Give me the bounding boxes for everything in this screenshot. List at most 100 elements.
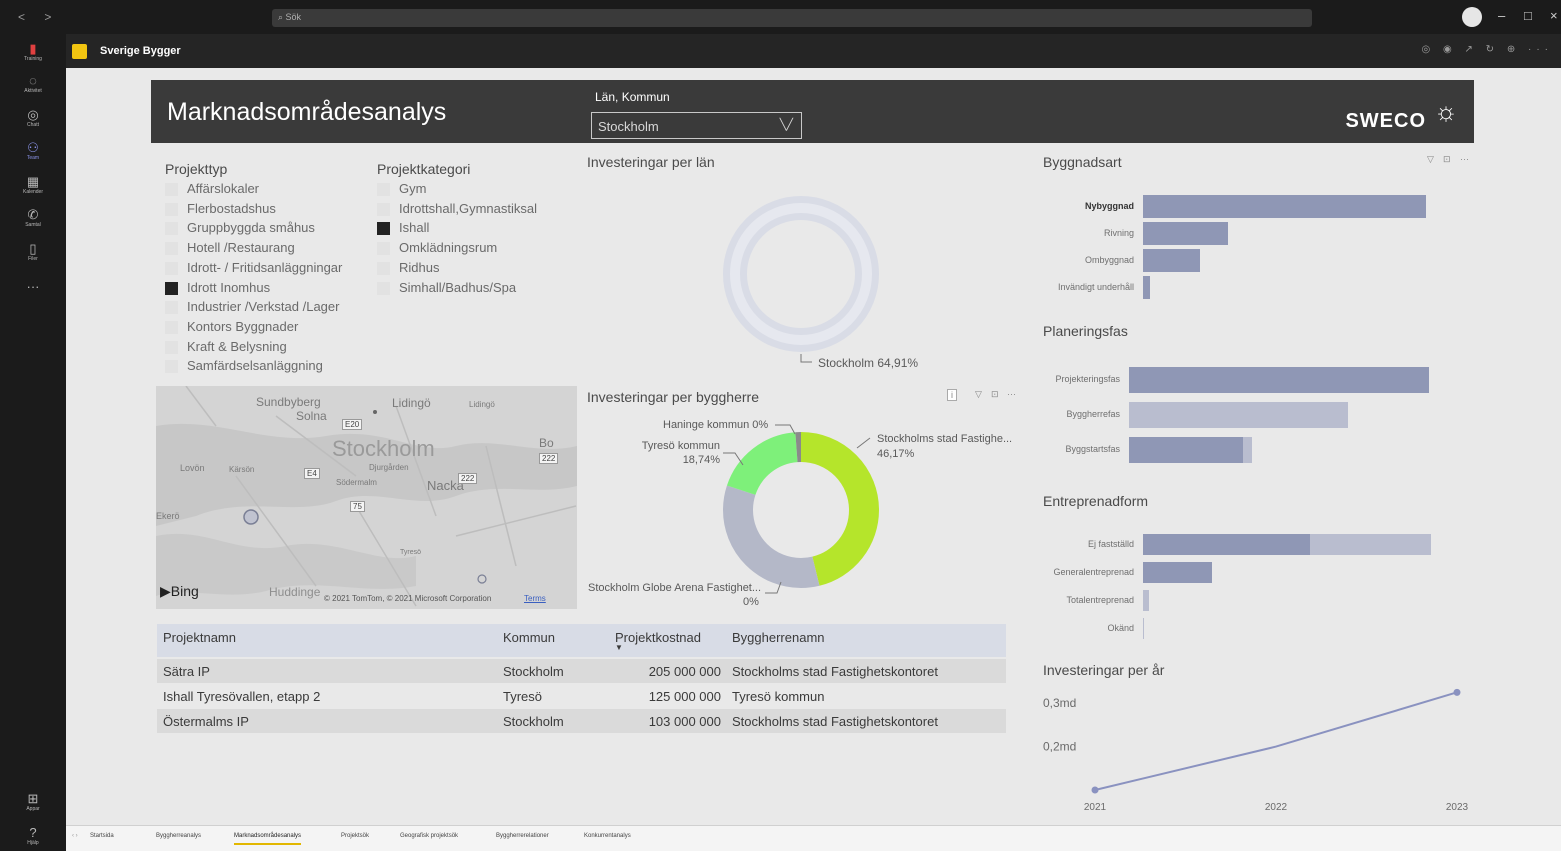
bar[interactable] bbox=[1143, 276, 1151, 299]
bar-highlight[interactable] bbox=[1143, 562, 1213, 583]
bar[interactable] bbox=[1143, 222, 1228, 245]
bar[interactable] bbox=[1143, 195, 1426, 218]
cell-kommun: Stockholm bbox=[503, 714, 564, 729]
projekttyp-checkbox[interactable] bbox=[165, 242, 178, 256]
projekttyp-checkbox[interactable] bbox=[165, 320, 178, 334]
projektkategori-checkbox[interactable] bbox=[377, 242, 390, 256]
tab-byggherrerelationer[interactable]: Byggherrerelationer bbox=[496, 833, 549, 839]
slice-value-tyreso: 18,74% bbox=[683, 454, 721, 466]
projekttyp-item-label[interactable]: Flerbostadshus bbox=[187, 201, 276, 216]
cell-byggherrenamn: Tyresö kommun bbox=[732, 689, 825, 704]
data-point[interactable] bbox=[1453, 688, 1461, 696]
nav-arrows[interactable]: < > bbox=[18, 10, 59, 24]
rail-item-hjalp[interactable]: ? Hjälp bbox=[0, 826, 66, 847]
tab-konkurrentanalys[interactable]: Konkurrentanalys bbox=[584, 833, 631, 839]
data-point[interactable] bbox=[1091, 786, 1099, 794]
close-button[interactable]: × bbox=[1550, 8, 1558, 23]
bar-highlight[interactable] bbox=[1129, 367, 1429, 393]
region-slicer-dropdown[interactable]: Stockholm ╲╱ bbox=[591, 112, 802, 139]
projektkategori-item-label[interactable]: Ridhus bbox=[399, 260, 439, 275]
projekttyp-item-label[interactable]: Idrott Inomhus bbox=[187, 280, 270, 295]
bar[interactable] bbox=[1143, 249, 1200, 272]
user-avatar[interactable] bbox=[1462, 7, 1482, 27]
info-icon[interactable]: i bbox=[947, 389, 957, 401]
col-header-projektnamn[interactable]: Projektnamn bbox=[163, 630, 236, 645]
window-titlebar: < > ⌕ Sök – □ × bbox=[0, 0, 1561, 34]
rail-item-aktivitet[interactable]: ◌ Aktivitet bbox=[0, 74, 66, 95]
tab-marknadsområdesanalys[interactable]: Marknadsområdesanalys bbox=[234, 833, 302, 845]
table-row[interactable]: Ishall Tyresövallen, etapp 2 Tyresö 125 … bbox=[157, 684, 1006, 708]
map-visual[interactable]: Sundbyberg Solna Lidingö Lidingö Stockho… bbox=[156, 386, 577, 609]
map-terms-link[interactable]: Terms bbox=[524, 594, 546, 603]
tab-scroll-arrows[interactable]: ‹ › bbox=[72, 833, 78, 839]
rail-item-samtal[interactable]: ✆ Samtal bbox=[0, 208, 66, 229]
more-options-icon[interactable]: ··· bbox=[1460, 154, 1469, 164]
projekttyp-item-label[interactable]: Industrier /Verkstad /Lager bbox=[187, 299, 339, 314]
map-label: Södermalm bbox=[336, 478, 377, 487]
projekttyp-item-label[interactable]: Samfärdselsanläggning bbox=[187, 358, 323, 373]
projektkategori-checkbox[interactable] bbox=[377, 261, 390, 275]
focus-mode-icon[interactable]: ⊡ bbox=[1443, 154, 1451, 165]
rail-item-chatt[interactable]: ◎ Chatt bbox=[0, 108, 66, 129]
projektkategori-checkbox[interactable] bbox=[377, 222, 390, 236]
map-label: Djurgården bbox=[369, 463, 409, 472]
bar[interactable] bbox=[1129, 402, 1348, 428]
projekttyp-checkbox[interactable] bbox=[165, 183, 178, 196]
projektkategori-item-label[interactable]: Omklädningsrum bbox=[399, 240, 497, 255]
projekttyp-item-label[interactable]: Gruppbyggda småhus bbox=[187, 220, 315, 235]
projektkategori-item-label[interactable]: Simhall/Badhus/Spa bbox=[399, 280, 516, 295]
map-label: Lidingö bbox=[469, 400, 495, 409]
bar-highlight[interactable] bbox=[1129, 437, 1243, 463]
projektkategori-item-label[interactable]: Idrottshall,Gymnastiksal bbox=[399, 201, 537, 216]
projekttyp-checkbox[interactable] bbox=[165, 222, 178, 236]
rail-item-team[interactable]: ⚇ Team bbox=[0, 141, 66, 162]
series-line[interactable] bbox=[1094, 691, 1458, 791]
more-options-icon[interactable]: ··· bbox=[1007, 389, 1016, 399]
map-bubble[interactable] bbox=[477, 574, 487, 584]
table-row[interactable]: Östermalms IP Stockholm 103 000 000 Stoc… bbox=[157, 709, 1006, 733]
projekttyp-item-label[interactable]: Kontors Byggnader bbox=[187, 319, 298, 334]
col-header-projektkostnad[interactable]: Projektkostnad bbox=[615, 630, 701, 645]
projekttyp-checkbox[interactable] bbox=[165, 261, 178, 275]
rail-item-appar[interactable]: ⊞ Appar bbox=[0, 792, 66, 813]
projekttyp-checkbox[interactable] bbox=[165, 202, 178, 216]
projekttyp-checkbox[interactable] bbox=[165, 340, 178, 354]
table-row[interactable]: Sätra IP Stockholm 205 000 000 Stockholm… bbox=[157, 659, 1006, 683]
col-header-kommun[interactable]: Kommun bbox=[503, 630, 555, 645]
tab-geografisk-projektsök[interactable]: Geografisk projektsök bbox=[400, 833, 458, 839]
bar[interactable] bbox=[1143, 590, 1149, 611]
projekttyp-item-label[interactable]: Kraft & Belysning bbox=[187, 339, 287, 354]
map-bubble[interactable] bbox=[243, 509, 259, 525]
focus-mode-icon[interactable]: ⊡ bbox=[991, 389, 999, 400]
tab-projektsök[interactable]: Projektsök bbox=[341, 833, 369, 839]
projektkategori-item-label[interactable]: Gym bbox=[399, 181, 426, 196]
tab-byggherreanalys[interactable]: Byggherreanalys bbox=[156, 833, 201, 839]
col-header-byggherrenamn[interactable]: Byggherrenamn bbox=[732, 630, 825, 645]
filter-icon[interactable]: ▽ bbox=[975, 389, 982, 400]
rail-item-kalender[interactable]: ▦ Kalender bbox=[0, 175, 66, 196]
projekttyp-item-label[interactable]: Idrott- / Fritidsanläggningar bbox=[187, 260, 342, 275]
projekttyp-item-label[interactable]: Affärslokaler bbox=[187, 181, 259, 196]
cell-projektnamn: Sätra IP bbox=[163, 664, 210, 679]
projektkategori-checkbox[interactable] bbox=[377, 281, 390, 295]
rail-item-training[interactable]: ▮ Training bbox=[0, 42, 66, 63]
tab-startsida[interactable]: Startsida bbox=[90, 833, 114, 839]
app-toolbar-icons[interactable]: ◎ ◉ ↗ ↻ ⊕ ··· bbox=[1422, 44, 1553, 55]
projekttyp-checkbox[interactable] bbox=[165, 281, 178, 295]
projekttyp-item-label[interactable]: Hotell /Restaurang bbox=[187, 240, 295, 255]
rail-item-filer[interactable]: ▯ Filer bbox=[0, 242, 66, 263]
sort-desc-icon[interactable]: ▼ bbox=[615, 643, 623, 652]
bar-highlight[interactable] bbox=[1143, 534, 1311, 555]
filter-icon[interactable]: ▽ bbox=[1427, 154, 1434, 165]
search-input[interactable]: ⌕ Sök bbox=[272, 9, 1312, 27]
bar[interactable] bbox=[1143, 618, 1144, 639]
projekttyp-checkbox[interactable] bbox=[165, 360, 178, 374]
projektkategori-checkbox[interactable] bbox=[377, 183, 390, 196]
projektkategori-item-label[interactable]: Ishall bbox=[399, 220, 429, 235]
search-placeholder: Sök bbox=[285, 12, 302, 22]
projektkategori-checkbox[interactable] bbox=[377, 202, 390, 216]
minimize-button[interactable]: – bbox=[1498, 8, 1505, 23]
maximize-button[interactable]: □ bbox=[1524, 8, 1532, 23]
more-apps-icon[interactable]: ··· bbox=[0, 280, 66, 294]
projekttyp-checkbox[interactable] bbox=[165, 301, 178, 315]
